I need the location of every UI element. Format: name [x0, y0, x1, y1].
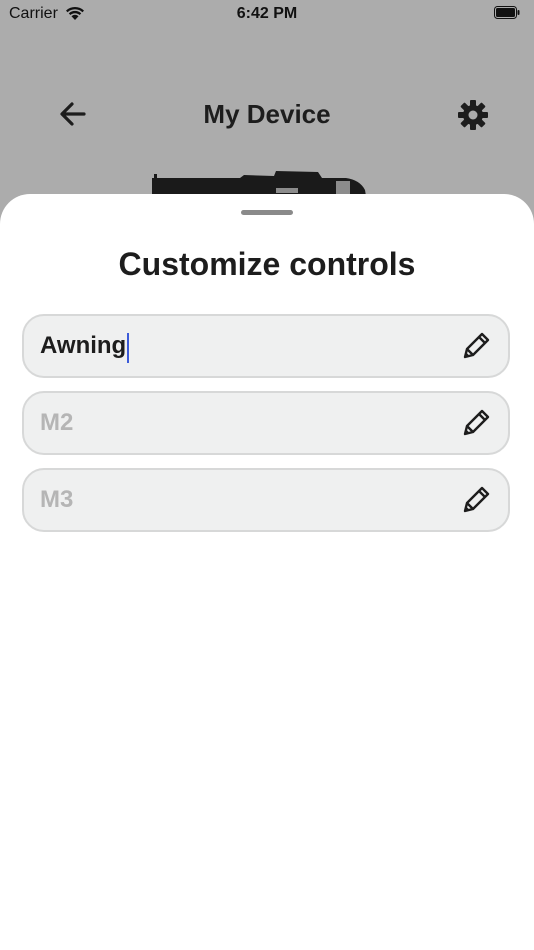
status-bar: Carrier 6:42 PM: [0, 0, 534, 28]
control-field-m3[interactable]: M3: [22, 468, 510, 532]
gear-icon[interactable]: [456, 98, 490, 132]
sheet-title: Customize controls: [118, 246, 416, 282]
page-title: My Device: [203, 99, 331, 129]
control-name-placeholder[interactable]: M2: [40, 409, 73, 437]
customize-controls-sheet: Customize controls Awning M2 M3: [0, 194, 534, 950]
pencil-icon[interactable]: [460, 484, 492, 516]
control-field-m1[interactable]: Awning: [22, 314, 510, 378]
control-name-input[interactable]: Awning: [40, 332, 126, 360]
control-field-m2[interactable]: M2: [22, 391, 510, 455]
control-name-placeholder[interactable]: M3: [40, 486, 73, 514]
status-time: 6:42 PM: [236, 5, 298, 22]
text-caret: [127, 333, 129, 363]
pencil-icon[interactable]: [460, 330, 492, 362]
pencil-icon[interactable]: [460, 407, 492, 439]
sheet-grabber-handle[interactable]: [241, 210, 293, 215]
battery-icon: [494, 6, 520, 19]
